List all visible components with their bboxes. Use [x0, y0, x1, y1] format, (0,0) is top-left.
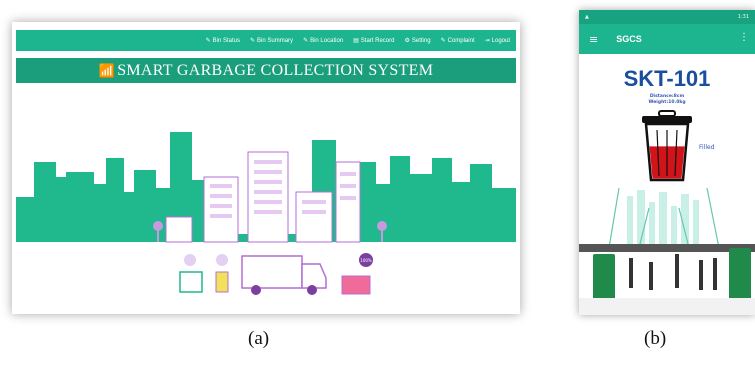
document-icon: ▤ — [353, 38, 359, 44]
bin-half — [215, 254, 229, 293]
nav-item-label: Complaint — [447, 37, 475, 44]
weight-label: Weight:10.0kg — [648, 100, 686, 105]
full-bin-badge: 100% — [360, 258, 372, 263]
bin-empty — [179, 254, 203, 293]
hamburger-menu-icon[interactable]: ≡ — [589, 33, 598, 46]
green-bins — [593, 248, 751, 304]
city-illustration: 100% — [16, 132, 516, 295]
bin-full: 100% — [341, 253, 373, 295]
nav-item-complaint[interactable]: ✎ Complaint — [440, 37, 475, 45]
nav-item-bin-summary[interactable]: ✎ Bin Summary — [250, 37, 294, 45]
wifi-icon: 📶 — [98, 62, 116, 78]
gear-icon: ⚙ — [404, 38, 410, 44]
nav-item-start-record[interactable]: ▤ Start Record — [353, 37, 395, 45]
nav-item-label: Bin Location — [310, 37, 344, 44]
top-navbar: ✎ Bin Status ✎ Bin Summary ✎ Bin Location ▤ Sta… — [16, 30, 516, 51]
nav-item-label: Bin Status — [212, 37, 241, 44]
background-towers — [627, 190, 699, 246]
mobile-app-screenshot: ▲ 1:31 ≡ SGCS ⋮ SKT-101 Distance:8cm Wei… — [579, 10, 755, 315]
nav-item-label: Start Record — [360, 37, 395, 44]
caption-b: (b) — [644, 328, 667, 349]
more-vert-icon[interactable]: ⋮ — [739, 32, 749, 43]
garbage-truck — [241, 255, 327, 295]
caption-a: (a) — [248, 328, 270, 349]
app-title: SGCS — [616, 34, 642, 44]
road — [579, 244, 755, 252]
street-scene-illustration — [579, 188, 755, 315]
nav-item-setting[interactable]: ⚙ Setting — [404, 37, 431, 45]
distance-label: Distance:8cm — [649, 94, 685, 99]
app-toolbar: ≡ SGCS ⋮ — [579, 24, 755, 54]
nav-item-label: Setting — [411, 37, 431, 44]
pencil-icon: ✎ — [303, 38, 309, 44]
page-title: SMART GARBAGE COLLECTION SYSTEM — [117, 61, 434, 79]
logout-icon: ⇥ — [484, 38, 490, 44]
nav-item-bin-status[interactable]: ✎ Bin Status — [205, 37, 241, 45]
nav-item-label: Bin Summary — [257, 37, 294, 44]
fill-status-label: Filled — [699, 144, 715, 151]
sidewalk — [579, 298, 755, 315]
trash-bin-icon — [642, 110, 692, 182]
page-title-banner: 📶 SMART GARBAGE COLLECTION SYSTEM — [16, 58, 516, 83]
nav-item-logout[interactable]: ⇥ Logout — [484, 37, 510, 45]
nav-item-bin-location[interactable]: ✎ Bin Location — [303, 37, 344, 45]
pencil-icon: ✎ — [250, 38, 256, 44]
notification-icon: ▲ — [585, 14, 589, 20]
status-time: 1:31 — [737, 14, 749, 20]
pedestrians — [629, 254, 717, 290]
pencil-icon: ✎ — [440, 38, 446, 44]
device-id-heading: SKT-101 — [623, 66, 711, 91]
web-app-screenshot: ✎ Bin Status ✎ Bin Summary ✎ Bin Location ▤ Sta… — [12, 22, 520, 314]
pencil-icon: ✎ — [205, 38, 211, 44]
android-status-bar: ▲ 1:31 — [579, 10, 755, 24]
nav-item-label: Logout — [491, 37, 510, 44]
